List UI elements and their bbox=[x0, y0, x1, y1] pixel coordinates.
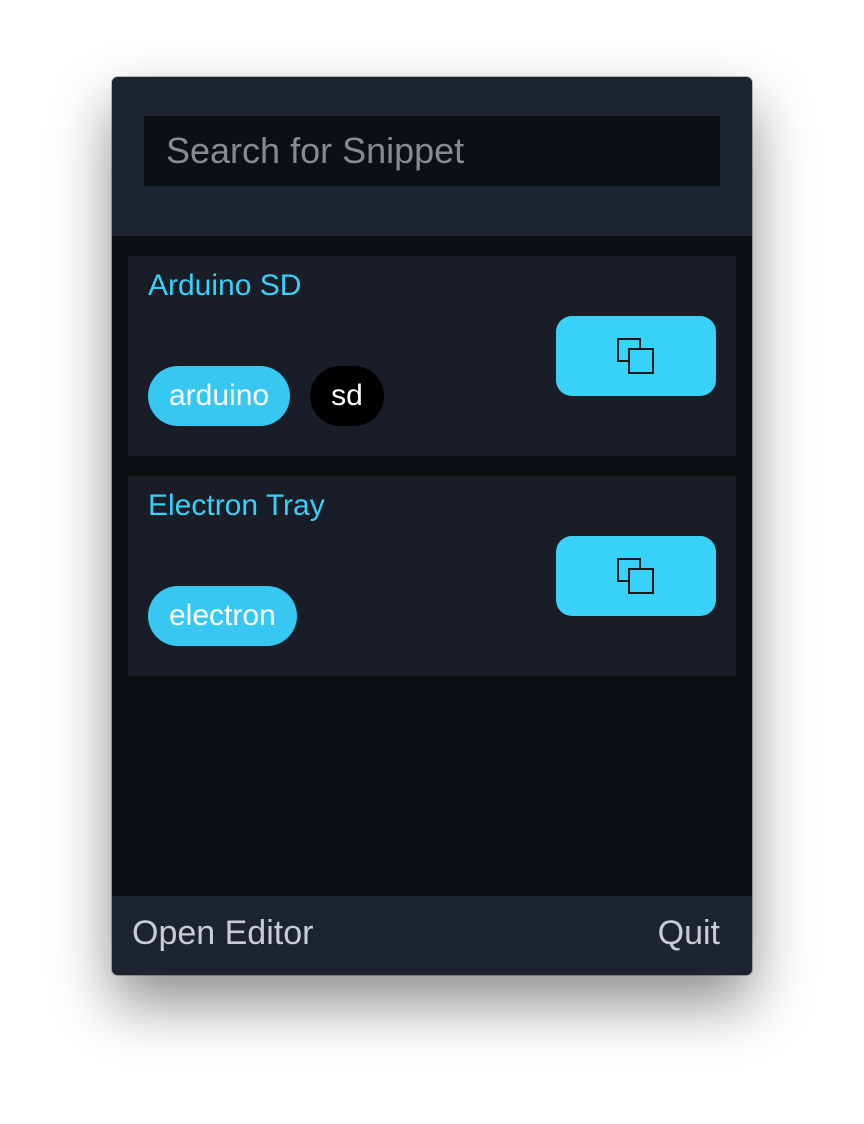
tag-arduino[interactable]: arduino bbox=[148, 366, 291, 426]
quit-button[interactable]: Quit bbox=[658, 896, 720, 970]
open-editor-button[interactable]: Open Editor bbox=[132, 896, 313, 970]
snippet-title: Electron Tray bbox=[148, 489, 325, 522]
copy-icon bbox=[617, 338, 654, 374]
search-input[interactable] bbox=[144, 116, 720, 186]
snippet-card-arduino-sd[interactable]: Arduino SD arduino sd bbox=[128, 256, 736, 456]
tag-sd[interactable]: sd bbox=[310, 366, 384, 426]
snippet-list: Arduino SD arduino sd Electron Tray elec… bbox=[128, 256, 736, 696]
snippet-tray-window: Arduino SD arduino sd Electron Tray elec… bbox=[112, 77, 752, 975]
search-header bbox=[112, 77, 752, 236]
copy-button[interactable] bbox=[556, 316, 716, 396]
snippet-title: Arduino SD bbox=[148, 269, 302, 302]
copy-button[interactable] bbox=[556, 536, 716, 616]
tag-electron[interactable]: electron bbox=[148, 586, 297, 646]
footer-bar: Open Editor Quit bbox=[112, 896, 752, 975]
tag-list: electron bbox=[148, 586, 297, 646]
tag-list: arduino sd bbox=[148, 366, 384, 426]
copy-icon bbox=[617, 558, 654, 594]
snippet-card-electron-tray[interactable]: Electron Tray electron bbox=[128, 476, 736, 676]
